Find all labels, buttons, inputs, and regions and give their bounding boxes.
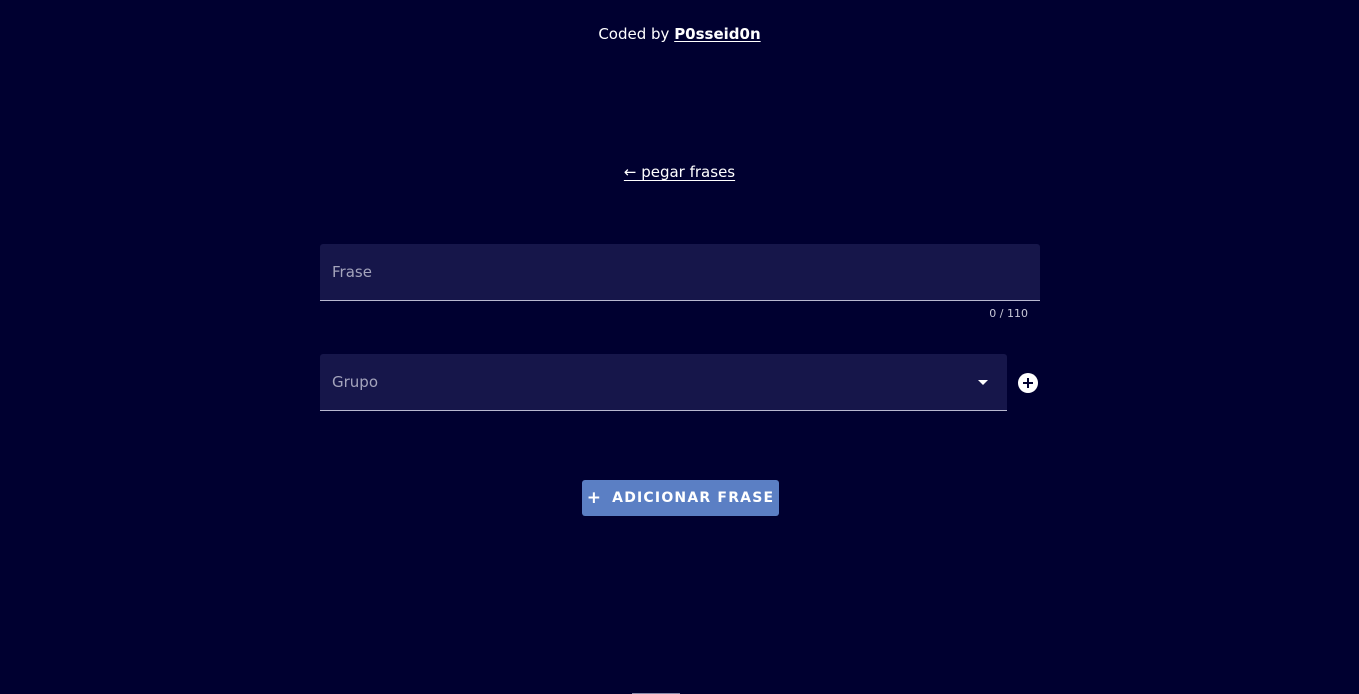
plus-icon: + bbox=[586, 487, 603, 508]
back-to-phrases-link[interactable]: ← pegar frases bbox=[624, 163, 735, 181]
grupo-select[interactable]: Grupo bbox=[320, 354, 1007, 411]
add-phrase-button[interactable]: + ADICIONAR FRASE bbox=[582, 480, 779, 516]
frase-label: Frase bbox=[332, 263, 372, 281]
author-link[interactable]: P0sseid0n bbox=[674, 25, 760, 43]
frase-char-counter: 0 / 110 bbox=[989, 307, 1028, 320]
add-phrase-button-label: ADICIONAR FRASE bbox=[612, 490, 775, 506]
credit-prefix: Coded by bbox=[598, 25, 675, 43]
frase-input[interactable]: Frase bbox=[320, 244, 1040, 301]
grupo-label: Grupo bbox=[332, 373, 378, 391]
page: Coded by P0sseid0n ← pegar frases Frase … bbox=[0, 0, 1359, 694]
credit-line: Coded by P0sseid0n bbox=[0, 24, 1359, 44]
back-link-container: ← pegar frases bbox=[0, 162, 1359, 182]
plus-circle-icon[interactable] bbox=[1018, 373, 1038, 393]
chevron-down-icon[interactable] bbox=[978, 380, 988, 385]
